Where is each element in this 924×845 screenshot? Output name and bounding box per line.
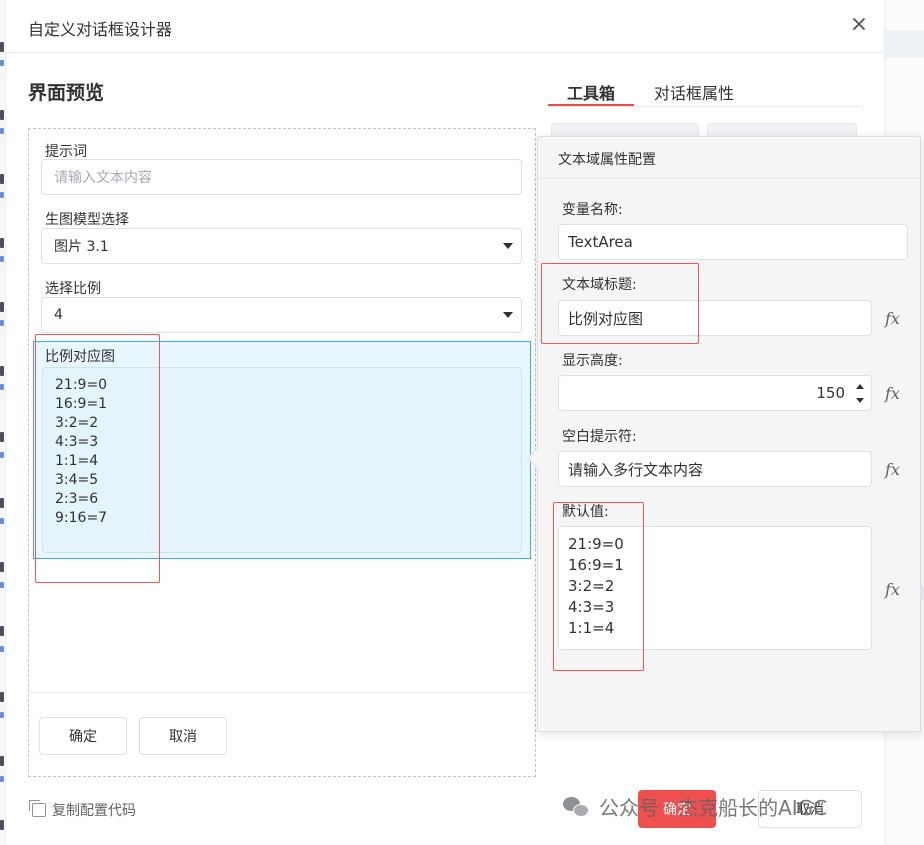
ratio-map-block-selected[interactable]: 比例对应图 21:9=0 16:9=1 3:2=2 4:3=3 1:1=4 3:… [33, 341, 531, 559]
textarea-title-label: 文本域标题: [562, 277, 637, 293]
default-line: 3:2=2 [568, 577, 615, 595]
dialog-title: 自定义对话框设计器 [28, 20, 173, 39]
preview-footer-divider [29, 692, 535, 693]
chevron-down-icon [503, 243, 513, 249]
default-value-label: 默认值: [562, 504, 609, 520]
copy-config-label: 复制配置代码 [52, 803, 136, 819]
popover-title: 文本域属性配置 [538, 137, 920, 179]
default-line: 21:9=0 [568, 535, 624, 553]
textarea-title-input[interactable]: 比例对应图 [558, 300, 872, 336]
default-value-textarea[interactable]: 21:9=0 16:9=1 3:2=2 4:3=3 1:1=4 [558, 526, 872, 650]
copy-config-link[interactable]: 复制配置代码 [29, 800, 136, 820]
default-line: 4:3=3 [568, 598, 615, 616]
var-name-input[interactable]: TextArea [558, 224, 908, 260]
ratio-line: 2:3=6 [55, 491, 99, 507]
fx-icon[interactable]: fx [885, 309, 900, 328]
ratio-line: 4:3=3 [55, 434, 99, 450]
ratio-line: 16:9=1 [55, 396, 108, 412]
wechat-icon [563, 796, 591, 818]
textarea-properties-popover: 文本域属性配置 变量名称: TextArea 文本域标题: 比例对应图 fx 显… [527, 136, 921, 732]
watermark-text: 公众号 · 杰克船长的AIGC [599, 796, 828, 820]
prompt-input[interactable]: 请输入文本内容 [41, 159, 522, 195]
ratio-map-label: 比例对应图 [45, 349, 115, 365]
stepper-down-icon[interactable] [856, 398, 864, 403]
height-stepper[interactable] [852, 377, 870, 409]
close-icon[interactable]: × [849, 14, 869, 36]
ratio-select[interactable]: 4 [41, 297, 522, 333]
height-number-input[interactable]: 150 [558, 375, 872, 411]
ratio-map-textarea[interactable]: 21:9=0 16:9=1 3:2=2 4:3=3 1:1=4 3:4=5 2:… [42, 367, 522, 553]
ratio-label: 选择比例 [45, 281, 101, 297]
ratio-line: 21:9=0 [55, 377, 108, 393]
active-tab-indicator [548, 104, 634, 106]
ratio-line: 3:2=2 [55, 415, 99, 431]
watermark: 公众号 · 杰克船长的AIGC [563, 792, 827, 821]
preview-cancel-button[interactable]: 取消 [139, 717, 227, 755]
placeholder-value: 请输入多行文本内容 [568, 460, 704, 479]
chevron-down-icon [503, 312, 513, 318]
ratio-select-value: 4 [54, 307, 63, 323]
fx-icon[interactable]: fx [885, 460, 900, 479]
header-divider [6, 52, 884, 53]
stepper-up-icon[interactable] [856, 384, 864, 389]
height-label: 显示高度: [562, 353, 623, 369]
copy-icon [29, 800, 46, 817]
default-line: 16:9=1 [568, 556, 624, 574]
tabs-divider [548, 106, 861, 107]
tab-toolbox[interactable]: 工具箱 [567, 80, 615, 104]
ratio-line: 1:1=4 [55, 453, 99, 469]
placeholder-label: 空白提示符: [562, 429, 637, 445]
default-line: 1:1=4 [568, 619, 615, 637]
model-label: 生图模型选择 [45, 212, 129, 228]
fx-icon[interactable]: fx [885, 580, 900, 599]
preview-ok-button[interactable]: 确定 [39, 717, 127, 755]
height-value: 150 [816, 384, 845, 402]
prompt-label: 提示词 [45, 144, 87, 160]
fx-icon[interactable]: fx [885, 384, 900, 403]
prompt-placeholder: 请输入文本内容 [54, 170, 152, 186]
placeholder-input[interactable]: 请输入多行文本内容 [558, 451, 872, 487]
textarea-title-value: 比例对应图 [568, 309, 644, 328]
var-name-value: TextArea [568, 233, 633, 251]
tab-dialog-properties[interactable]: 对话框属性 [654, 80, 734, 104]
ratio-line: 9:16=7 [55, 510, 108, 526]
preview-canvas: 提示词 请输入文本内容 生图模型选择 图片 3.1 选择比例 4 比例对应图 2… [28, 128, 536, 777]
ratio-line: 3:4=5 [55, 472, 99, 488]
model-select-value: 图片 3.1 [54, 239, 109, 255]
var-name-label: 变量名称: [562, 202, 623, 218]
model-select[interactable]: 图片 3.1 [41, 228, 522, 264]
preview-heading: 界面预览 [28, 82, 105, 104]
